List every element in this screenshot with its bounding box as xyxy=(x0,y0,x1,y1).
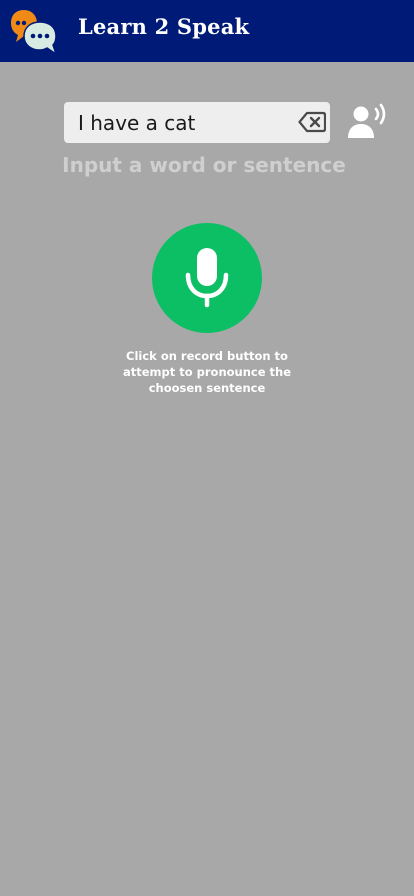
backspace-clear-icon[interactable] xyxy=(298,110,326,134)
record-instructions: Click on record button to attempt to pro… xyxy=(122,349,292,395)
app-header: Learn 2 Speak xyxy=(0,0,414,62)
sentence-input[interactable] xyxy=(64,102,296,143)
sentence-input-container xyxy=(64,102,330,143)
record-button[interactable] xyxy=(152,223,262,333)
microphone-icon xyxy=(185,248,229,308)
speech-bubbles-logo-icon xyxy=(11,10,58,56)
person-speaking-icon[interactable] xyxy=(346,102,390,142)
app-title: Learn 2 Speak xyxy=(78,14,250,39)
input-hint-text: Input a word or sentence xyxy=(62,153,346,177)
